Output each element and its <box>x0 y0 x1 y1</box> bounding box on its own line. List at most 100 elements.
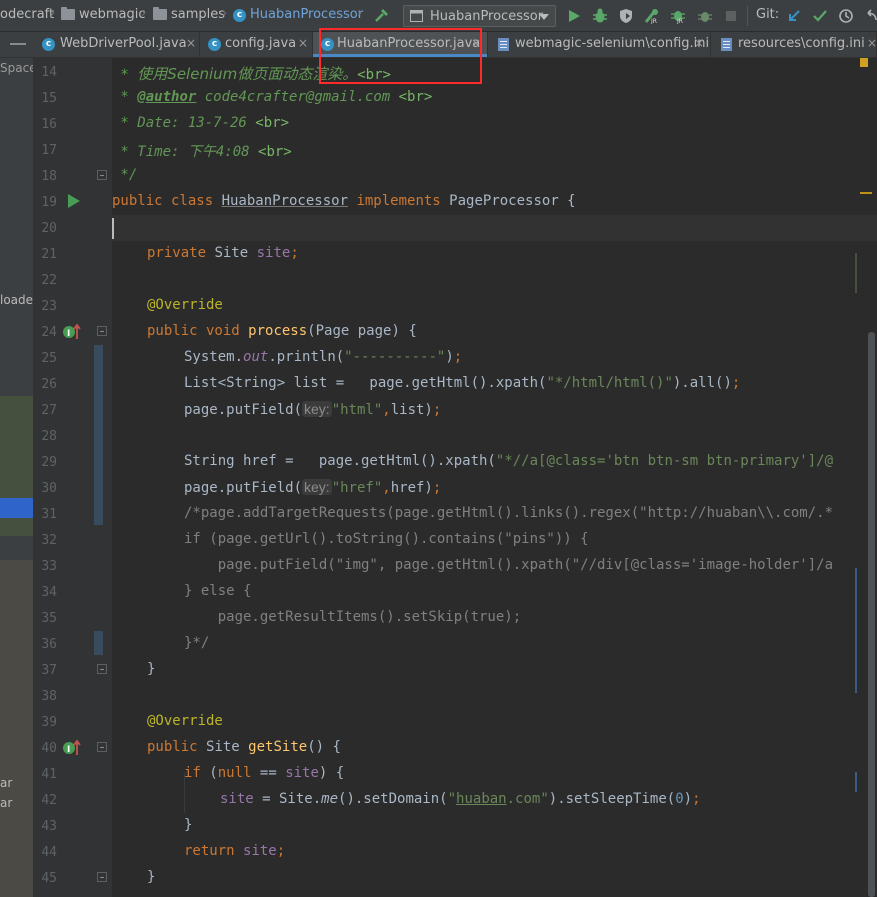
line-number: 40 <box>41 741 57 756</box>
tab-selenium-config-ini[interactable]: webmagic-selenium\config.ini × <box>488 32 711 57</box>
fold-marker-icon[interactable] <box>97 872 107 882</box>
fold-marker-icon[interactable] <box>97 170 107 180</box>
close-icon[interactable]: × <box>694 36 704 50</box>
code-line-41: if (null == site) { <box>184 765 345 781</box>
stop-icon[interactable] <box>723 8 739 24</box>
svg-text:I: I <box>67 329 70 339</box>
code-line-42: site = Site.me().setDomain("huaban.com")… <box>220 791 701 807</box>
close-icon[interactable]: × <box>186 36 196 50</box>
code-line-19: public class HuabanProcessor implements … <box>112 193 576 209</box>
svg-text:JR: JR <box>676 18 683 24</box>
code-line-45: } <box>147 869 156 885</box>
line-number: 15 <box>41 91 57 106</box>
code-line-29: String href = page.getHtml().xpath("*//a… <box>184 453 834 469</box>
attach-debugger-icon[interactable] <box>697 8 713 24</box>
line-number: 19 <box>41 195 57 210</box>
run-icon[interactable] <box>566 8 582 24</box>
history-clock-icon[interactable] <box>838 8 854 24</box>
run-configuration-select[interactable]: HuabanProcessor <box>403 5 556 27</box>
text-caret <box>112 218 114 239</box>
tab-resources-config-ini[interactable]: resources\config.ini × <box>711 32 877 57</box>
vcs-change-marker[interactable] <box>94 345 103 525</box>
fold-marker-icon[interactable] <box>97 326 107 336</box>
tab-label: config.java <box>225 36 297 51</box>
svg-text:JR: JR <box>650 18 657 24</box>
vertical-scrollbar[interactable] <box>868 332 875 897</box>
line-number: 23 <box>41 299 57 314</box>
line-number: 27 <box>41 403 57 418</box>
code-line-18: */ <box>112 167 138 183</box>
tab-config-java[interactable]: c config.java × <box>200 32 313 57</box>
coverage-icon[interactable] <box>618 8 634 24</box>
run-configuration-label: HuabanProcessor <box>430 9 544 24</box>
scroll-marker <box>855 772 857 792</box>
selected-tree-row[interactable] <box>0 498 33 518</box>
toolbar-separator <box>747 6 748 26</box>
line-number: 32 <box>41 533 57 548</box>
close-icon[interactable]: × <box>471 36 481 50</box>
implements-method-icon[interactable]: I <box>62 322 82 340</box>
class-icon: c <box>321 38 334 51</box>
breadcrumb-separator: › <box>141 6 147 21</box>
implements-method-icon[interactable]: I <box>62 738 82 756</box>
line-number: 21 <box>41 247 57 262</box>
code-line-36: }*/ <box>184 635 210 651</box>
line-number: 25 <box>41 351 57 366</box>
line-number: 38 <box>41 689 57 704</box>
parameter-hint: key: <box>302 401 332 417</box>
code-line-23: @Override <box>147 297 223 313</box>
editor-tab-bar: c WebDriverPool.java × c config.java × c… <box>0 32 877 58</box>
vcs-change-marker[interactable] <box>94 631 103 655</box>
breadcrumb-module[interactable]: webmagic <box>79 7 146 22</box>
analysis-status-marker[interactable] <box>860 58 868 67</box>
line-number: 45 <box>41 871 57 886</box>
ini-file-icon <box>721 38 732 51</box>
line-number: 31 <box>41 507 57 522</box>
line-number: 33 <box>41 559 57 574</box>
line-number: 24 <box>41 325 57 340</box>
code-line-37: } <box>147 661 156 677</box>
breadcrumb-package[interactable]: samples <box>171 7 225 22</box>
class-icon: c <box>233 9 246 22</box>
run-gutter-icon[interactable] <box>67 193 81 209</box>
code-editor[interactable]: * 使用Selenium做页面动态渲染。<br> * @author code4… <box>112 58 877 897</box>
line-number: 22 <box>41 273 57 288</box>
line-number: 28 <box>41 429 57 444</box>
breadcrumb-project[interactable]: odecraft <box>0 7 54 22</box>
git-label: Git: <box>756 7 780 22</box>
line-number: 35 <box>41 611 57 626</box>
build-hammer-icon[interactable] <box>374 8 390 24</box>
git-update-icon[interactable] <box>786 8 802 24</box>
revert-icon[interactable] <box>863 8 877 24</box>
tab-webdriverpool[interactable]: c WebDriverPool.java × <box>34 32 200 57</box>
warning-stripe[interactable] <box>860 192 872 194</box>
line-number: 14 <box>41 65 57 80</box>
class-icon: c <box>42 38 55 51</box>
fold-marker-icon[interactable] <box>97 664 107 674</box>
code-line-34: } else { <box>184 583 252 599</box>
close-icon[interactable]: × <box>298 36 308 50</box>
debug-jrebel-icon[interactable]: JR <box>670 8 686 24</box>
code-line-27: page.putField(key: "html",list); <box>184 401 442 418</box>
folder-icon <box>61 7 75 20</box>
code-line-43: } <box>184 817 193 833</box>
debug-icon[interactable] <box>592 8 608 24</box>
tab-huabanprocessor[interactable]: c HuabanProcessor.java × <box>313 32 488 57</box>
git-commit-icon[interactable] <box>812 8 828 24</box>
line-number: 36 <box>41 637 57 652</box>
profiler-icon[interactable]: JR <box>644 8 660 24</box>
code-line-24: public void process(Page page) { <box>147 323 417 339</box>
breadcrumb-file[interactable]: HuabanProcessor <box>250 7 363 22</box>
chevron-down-icon <box>539 14 549 20</box>
fold-marker-icon[interactable] <box>97 742 107 752</box>
line-number: 18 <box>41 169 57 184</box>
code-line-16: * Date: 13-7-26 <br> <box>112 115 290 131</box>
folder-icon <box>153 7 167 20</box>
close-icon[interactable]: × <box>867 36 877 50</box>
application-config-icon <box>410 10 423 22</box>
line-number: 26 <box>41 377 57 392</box>
tab-label: webmagic-selenium\config.ini <box>515 36 710 51</box>
tab-label: resources\config.ini <box>738 36 865 51</box>
code-line-15: * @author code4crafter@gmail.com <br> <box>112 89 433 105</box>
collapse-icon[interactable] <box>10 43 26 45</box>
